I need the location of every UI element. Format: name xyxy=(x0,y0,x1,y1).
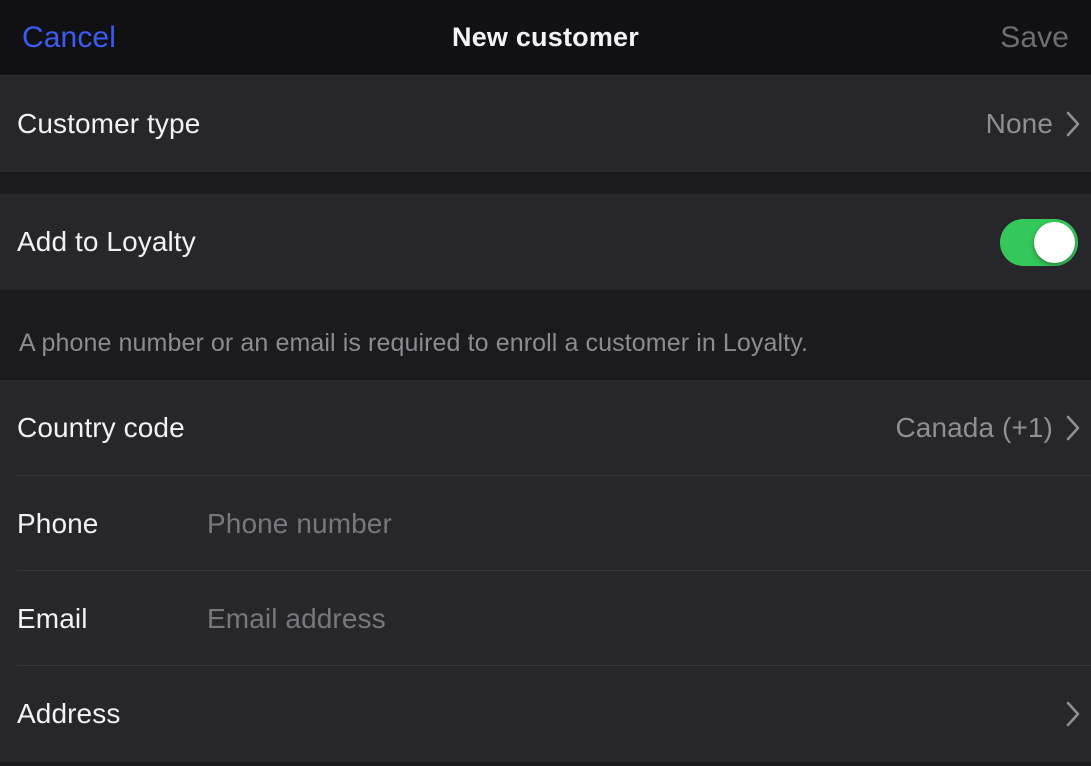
row-phone[interactable]: Phone xyxy=(0,476,1091,571)
row-email[interactable]: Email xyxy=(0,571,1091,666)
country-code-value-group: Canada (+1) xyxy=(895,408,1091,448)
loyalty-section: Add to Loyalty xyxy=(0,194,1091,290)
row-customer-type[interactable]: Customer type None xyxy=(0,76,1091,172)
address-value-group xyxy=(1053,694,1091,734)
chevron-right-icon xyxy=(1065,408,1091,448)
page-title: New customer xyxy=(452,22,639,52)
phone-input[interactable] xyxy=(207,507,1091,540)
toggle-knob xyxy=(1034,221,1075,263)
customer-type-section: Customer type None xyxy=(0,76,1091,172)
customer-type-value-group: None xyxy=(986,104,1091,144)
country-code-label: Country code xyxy=(17,412,185,443)
row-add-to-loyalty[interactable]: Add to Loyalty xyxy=(0,194,1091,290)
row-address[interactable]: Address xyxy=(0,666,1091,762)
phone-label: Phone xyxy=(17,507,99,539)
contact-section: Country code Canada (+1) Phone Email Add… xyxy=(0,380,1091,762)
email-label: Email xyxy=(17,602,88,634)
new-customer-screen: Cancel New customer Save Customer type N… xyxy=(0,0,1091,766)
cancel-button[interactable]: Cancel xyxy=(22,22,116,53)
row-country-code[interactable]: Country code Canada (+1) xyxy=(0,380,1091,476)
add-to-loyalty-toggle[interactable] xyxy=(1000,218,1078,266)
save-button[interactable]: Save xyxy=(1000,22,1069,53)
address-label: Address xyxy=(17,698,121,729)
navigation-bar: Cancel New customer Save xyxy=(0,0,1091,76)
email-input[interactable] xyxy=(207,602,1091,635)
customer-type-label: Customer type xyxy=(17,108,201,139)
section-gap-1 xyxy=(0,172,1091,194)
loyalty-footer-note: A phone number or an email is required t… xyxy=(0,290,1091,380)
chevron-right-icon xyxy=(1065,694,1091,734)
customer-type-value: None xyxy=(985,108,1053,139)
chevron-right-icon xyxy=(1065,104,1091,144)
country-code-value: Canada (+1) xyxy=(895,412,1053,443)
add-to-loyalty-label: Add to Loyalty xyxy=(17,226,196,257)
